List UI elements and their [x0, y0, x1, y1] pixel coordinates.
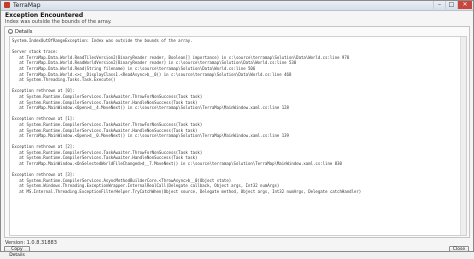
window-controls: – □ ✕ — [433, 1, 472, 10]
details-label: Details — [15, 28, 33, 35]
maximize-button[interactable]: □ — [445, 1, 457, 9]
stack-trace-textbox[interactable]: System.IndexOutOfRangeException: Index w… — [9, 36, 467, 236]
vertical-scrollbar[interactable] — [460, 37, 466, 235]
minimize-button[interactable]: – — [433, 1, 445, 9]
close-button[interactable]: Close — [449, 246, 469, 252]
window-title: TerraMap — [13, 2, 41, 9]
app-icon — [4, 2, 10, 8]
collapse-toggle-icon[interactable]: − — [8, 29, 13, 35]
exception-message: Index was outside the bounds of the arra… — [5, 19, 112, 25]
title-bar[interactable]: TerraMap – □ ✕ — [1, 1, 473, 11]
exception-dialog-window: TerraMap – □ ✕ Exception Encountered Ind… — [0, 0, 474, 258]
stack-trace-line: at MS.Internal.Threading.ExceptionFilter… — [12, 189, 362, 195]
close-window-button[interactable]: ✕ — [457, 1, 472, 9]
details-expander[interactable]: − Details — [8, 28, 32, 35]
copy-details-button[interactable]: Copy Details — [4, 246, 30, 258]
exception-heading: Exception Encountered — [5, 12, 84, 19]
details-panel: − Details System.IndexOutOfRangeExceptio… — [4, 26, 470, 238]
